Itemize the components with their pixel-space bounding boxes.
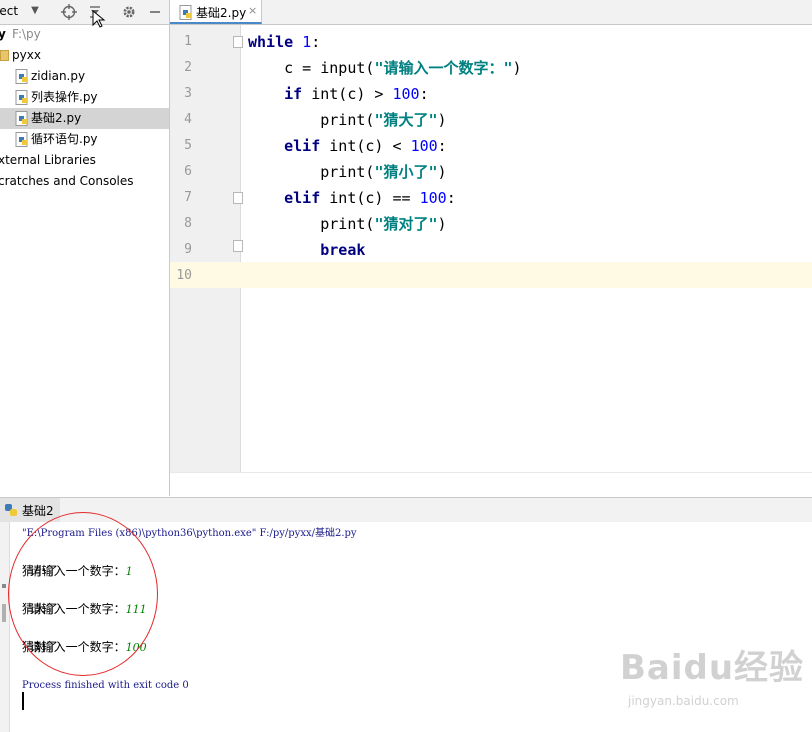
line-number: 8 xyxy=(184,216,192,231)
console-caret xyxy=(22,692,24,710)
line-number: 5 xyxy=(184,138,192,153)
tree-item-label: y xyxy=(0,24,6,45)
locate-target-icon[interactable] xyxy=(61,4,77,20)
folder-icon xyxy=(0,50,9,61)
toolbar-marker-icon[interactable] xyxy=(2,604,6,622)
console-exit-message: Process finished with exit code 0 xyxy=(22,680,189,691)
line-number: 6 xyxy=(184,164,192,179)
tree-item-label: pyxx xyxy=(12,48,41,62)
python-file-icon xyxy=(15,90,28,105)
code-line[interactable]: elif int(c) == 100: xyxy=(248,185,456,211)
code-line[interactable]: print("猜小了") xyxy=(248,159,446,185)
line-number: 3 xyxy=(184,86,192,101)
code-line[interactable]: print("猜大了") xyxy=(248,107,446,133)
annotation-circle xyxy=(8,512,158,676)
tree-item-label: 列表操作.py xyxy=(31,90,98,104)
tree-item-loop[interactable]: 循环语句.py xyxy=(0,129,169,150)
code-line[interactable]: if int(c) > 100: xyxy=(248,81,429,107)
tree-item-path: F:\py xyxy=(12,27,41,41)
tree-item-label: xternal Libraries xyxy=(0,153,96,167)
line-number: 7 xyxy=(184,190,192,205)
editor-tab-jichu2[interactable]: 基础2.py × xyxy=(170,0,262,24)
tree-item-scratches[interactable]: cratches and Consoles xyxy=(0,171,169,192)
fold-marker-icon[interactable] xyxy=(233,240,243,252)
hide-panel-icon[interactable] xyxy=(147,4,163,20)
line-number: 4 xyxy=(184,112,192,127)
run-side-toolbar xyxy=(0,522,10,732)
python-file-icon xyxy=(15,111,28,126)
toolbar-marker-icon[interactable] xyxy=(2,584,6,588)
run-panel-header: 基础2 xyxy=(0,497,812,523)
current-line-highlight xyxy=(170,262,812,288)
tree-item-pyxx[interactable]: pyxx xyxy=(0,45,169,66)
project-panel: ject ▼ y F:\py pyxx zidian.py 列表操作.py xyxy=(0,0,170,496)
python-file-icon xyxy=(15,69,28,84)
tree-item-label: zidian.py xyxy=(31,69,86,83)
tree-item-zidian[interactable]: zidian.py xyxy=(0,66,169,87)
line-number: 2 xyxy=(184,60,192,75)
tree-item-list-ops[interactable]: 列表操作.py xyxy=(0,87,169,108)
tree-item-label: cratches and Consoles xyxy=(0,174,134,188)
code-line[interactable]: while 1: xyxy=(248,29,320,55)
watermark-logo: Baidu经验 xyxy=(620,648,805,688)
tree-item-label: 基础2.py xyxy=(31,111,82,125)
editor-tab-label: 基础2.py xyxy=(196,6,247,20)
tree-item-jichu2[interactable]: 基础2.py xyxy=(0,108,169,129)
python-file-icon xyxy=(15,132,28,147)
project-toolbar: ject ▼ xyxy=(0,0,169,28)
line-number: 1 xyxy=(184,34,192,49)
run-tab-label: 基础2 xyxy=(22,504,54,518)
fold-marker-icon[interactable] xyxy=(233,192,243,204)
code-line[interactable]: print("猜对了") xyxy=(248,211,446,237)
project-panel-title[interactable]: ject xyxy=(0,4,18,18)
settings-gear-icon[interactable] xyxy=(121,4,137,20)
dropdown-arrow-icon[interactable]: ▼ xyxy=(27,3,43,19)
line-number: 10 xyxy=(176,268,192,283)
tree-item-label: 循环语句.py xyxy=(31,132,98,146)
tree-item-root[interactable]: y F:\py xyxy=(0,24,169,45)
baidu-watermark: Baidu经验 jingyan.baidu.com xyxy=(620,640,810,730)
code-line[interactable]: break xyxy=(248,237,365,263)
close-tab-icon[interactable]: × xyxy=(248,4,257,17)
code-line[interactable]: elif int(c) < 100: xyxy=(248,133,447,159)
python-file-icon xyxy=(179,5,192,20)
watermark-site: jingyan.baidu.com xyxy=(628,694,739,708)
python-run-icon xyxy=(5,504,17,516)
editor-bottom-area xyxy=(170,472,812,497)
code-line[interactable]: c = input("请输入一个数字：") xyxy=(248,55,521,81)
line-number: 9 xyxy=(184,242,192,257)
tree-item-external-libraries[interactable]: xternal Libraries xyxy=(0,150,169,171)
editor-tab-bar: 基础2.py × xyxy=(170,0,812,25)
fold-marker-icon[interactable] xyxy=(233,36,243,48)
